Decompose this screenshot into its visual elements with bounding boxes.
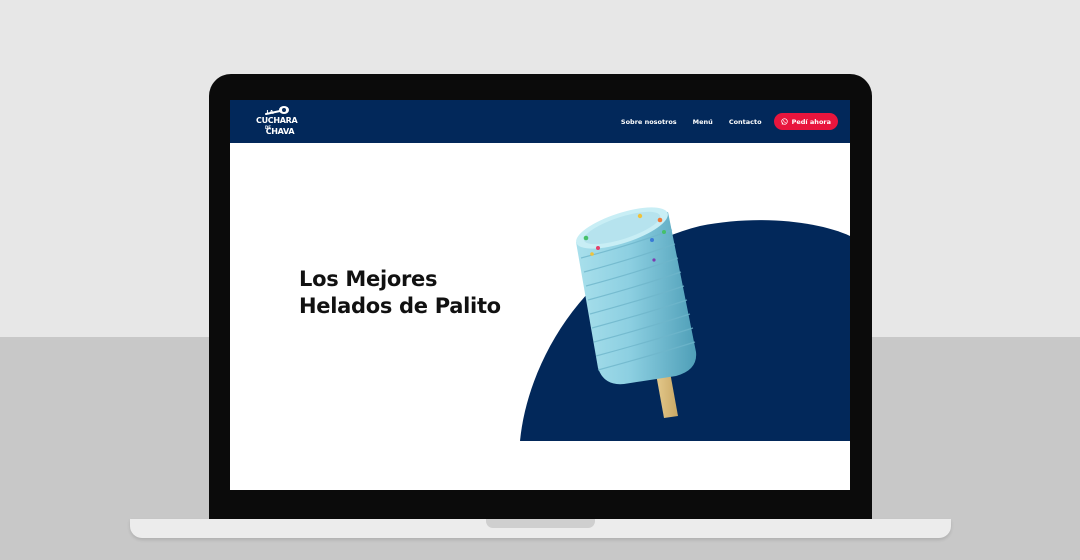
whatsapp-icon: [780, 118, 788, 125]
main-nav: Sobre nosotros Menú Contacto Pedí ahora: [605, 113, 838, 130]
site-logo[interactable]: LA CUCHARA DE CHAVA: [256, 104, 298, 140]
nav-link-menu[interactable]: Menú: [693, 118, 713, 126]
site-header: LA CUCHARA DE CHAVA Sobre nosotros Menú …: [230, 100, 850, 143]
logo-text-cuchara: CUCHARA: [256, 116, 298, 125]
laptop-screen: LA CUCHARA DE CHAVA Sobre nosotros Menú …: [230, 100, 850, 490]
nav-link-sobre-nosotros[interactable]: Sobre nosotros: [621, 118, 677, 126]
order-now-label: Pedí ahora: [791, 117, 831, 126]
laptop-notch: [486, 519, 595, 528]
nav-link-contacto[interactable]: Contacto: [729, 118, 762, 126]
hero-title-line-1: Los Mejores: [299, 267, 438, 291]
hero-title: Los Mejores Helados de Palito: [299, 266, 549, 320]
logo-text-chava: CHAVA: [265, 127, 295, 136]
popsicle-image: [576, 207, 697, 418]
order-now-button[interactable]: Pedí ahora: [773, 113, 838, 130]
hero-title-line-2: Helados de Palito: [299, 294, 501, 318]
